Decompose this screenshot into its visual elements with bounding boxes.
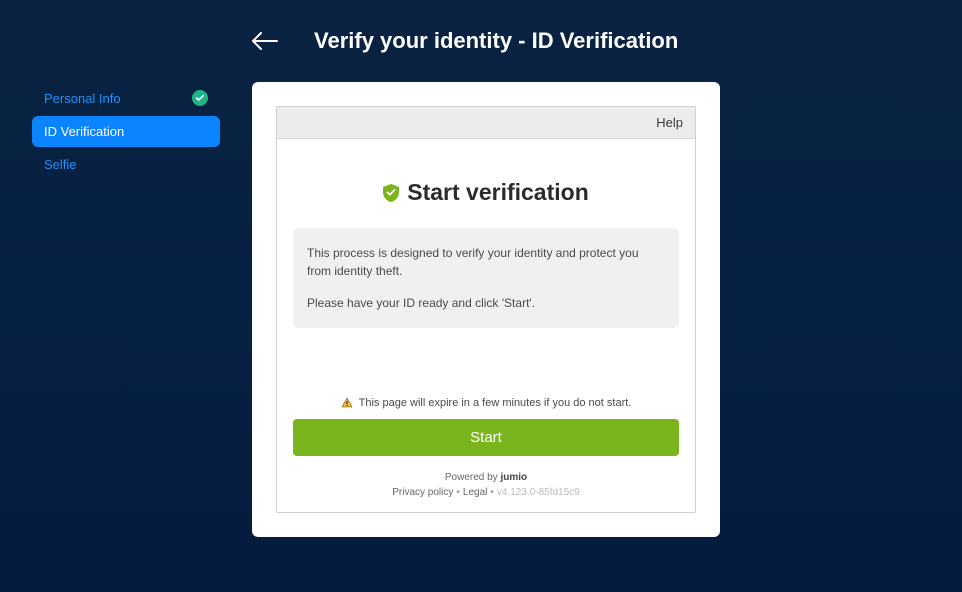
sidebar-item-personal-info[interactable]: Personal Info xyxy=(32,82,220,114)
sidebar-item-id-verification[interactable]: ID Verification xyxy=(32,116,220,147)
page-title: Verify your identity - ID Verification xyxy=(314,28,678,54)
verify-heading: Start verification xyxy=(293,179,679,206)
sidebar-item-selfie[interactable]: Selfie xyxy=(32,149,220,180)
powered-by-brand: jumio xyxy=(500,472,527,483)
warning-icon xyxy=(341,397,353,409)
help-link[interactable]: Help xyxy=(656,115,683,130)
info-box: This process is designed to verify your … xyxy=(293,228,679,328)
sidebar-item-label: Personal Info xyxy=(44,91,121,106)
expire-warning: This page will expire in a few minutes i… xyxy=(293,397,679,409)
version-text: v4.123.0-85fd15c9 xyxy=(497,487,580,498)
expire-text: This page will expire in a few minutes i… xyxy=(359,397,632,409)
legal-link[interactable]: Legal xyxy=(463,487,487,498)
header: Verify your identity - ID Verification xyxy=(0,0,962,82)
separator-dot: • xyxy=(456,487,460,498)
powered-by-prefix: Powered by xyxy=(445,472,501,483)
sidebar-item-label: ID Verification xyxy=(44,124,124,139)
footer-links: Privacy policy•Legal•v4.123.0-85fd15c9 xyxy=(293,485,679,500)
separator-dot: • xyxy=(490,487,494,498)
frame-topbar: Help xyxy=(277,107,695,139)
start-button[interactable]: Start xyxy=(293,419,679,456)
verify-heading-text: Start verification xyxy=(407,179,589,206)
arrow-left-icon xyxy=(252,32,278,50)
sidebar-item-label: Selfie xyxy=(44,157,77,172)
sidebar: Personal Info ID Verification Selfie xyxy=(32,82,220,537)
spacer xyxy=(293,328,679,397)
layout: Personal Info ID Verification Selfie Hel… xyxy=(0,82,962,537)
privacy-link[interactable]: Privacy policy xyxy=(392,487,453,498)
main-card: Help Start verification This process is … xyxy=(252,82,720,537)
verification-frame: Help Start verification This process is … xyxy=(276,106,696,513)
info-text-1: This process is designed to verify your … xyxy=(307,244,665,280)
shield-check-icon xyxy=(383,184,399,202)
powered-by: Powered by jumio xyxy=(293,470,679,485)
back-button[interactable] xyxy=(252,32,278,50)
footer-meta: Powered by jumio Privacy policy•Legal•v4… xyxy=(293,470,679,500)
frame-body: Start verification This process is desig… xyxy=(277,139,695,512)
check-badge-icon xyxy=(192,90,208,106)
info-text-2: Please have your ID ready and click 'Sta… xyxy=(307,294,665,312)
